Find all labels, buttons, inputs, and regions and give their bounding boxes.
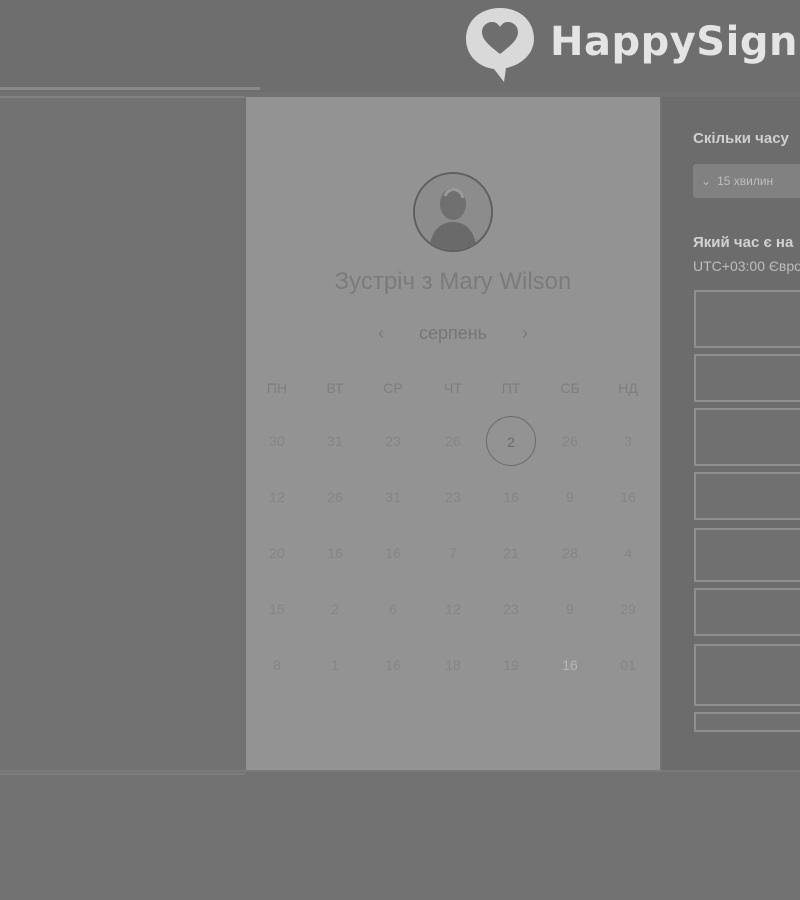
- month-navigation: ‹ серпень ›: [378, 318, 528, 348]
- calendar-day[interactable]: 6: [368, 584, 418, 634]
- available-time-label: Який час є на: [693, 234, 794, 251]
- left-panel-bottom-border: [0, 773, 245, 775]
- weekday-label: СБ: [560, 380, 580, 396]
- duration-select[interactable]: ⌄ 15 хвилин: [693, 164, 800, 198]
- weekday-label: ЧТ: [444, 380, 462, 396]
- footer-divider: [0, 770, 800, 772]
- calendar-day[interactable]: 21: [486, 528, 536, 578]
- calendar-day[interactable]: 31: [310, 416, 360, 466]
- calendar-day[interactable]: 23: [368, 416, 418, 466]
- calendar-day[interactable]: 1: [310, 640, 360, 690]
- next-month-button[interactable]: ›: [522, 323, 528, 344]
- calendar-day[interactable]: 30: [252, 416, 302, 466]
- time-slot[interactable]: [694, 588, 800, 636]
- calendar-day[interactable]: 16: [368, 640, 418, 690]
- duration-value: 15 хвилин: [717, 174, 774, 188]
- weekday-label: СР: [383, 380, 403, 396]
- calendar-day[interactable]: 12: [428, 584, 478, 634]
- time-slot[interactable]: [694, 408, 800, 466]
- meeting-title: Зустріч з Mary Wilson: [334, 268, 572, 295]
- calendar-day[interactable]: 7: [428, 528, 478, 578]
- left-panel: [0, 96, 245, 772]
- weekday-label: ПН: [266, 380, 288, 396]
- calendar-day-selected[interactable]: 2: [486, 416, 536, 466]
- time-slot[interactable]: [694, 354, 800, 402]
- month-label: серпень: [418, 322, 488, 343]
- calendar-day[interactable]: 29: [603, 584, 653, 634]
- chevron-down-icon: ⌄: [701, 174, 712, 188]
- calendar-day[interactable]: 01: [603, 640, 653, 690]
- calendar-day[interactable]: 26: [545, 416, 595, 466]
- time-slot[interactable]: [694, 644, 800, 706]
- time-slot[interactable]: [694, 472, 800, 520]
- calendar-day[interactable]: 9: [545, 472, 595, 522]
- time-slot[interactable]: [694, 290, 800, 348]
- avatar: [413, 172, 493, 252]
- weekday-label: ПТ: [501, 380, 521, 396]
- time-slot[interactable]: [694, 528, 800, 582]
- calendar-day[interactable]: 3: [603, 416, 653, 466]
- calendar-day[interactable]: 16: [368, 528, 418, 578]
- calendar-day[interactable]: 26: [310, 472, 360, 522]
- timezone-label: UTC+03:00 Європа: [693, 258, 800, 274]
- calendar-day[interactable]: 31: [368, 472, 418, 522]
- calendar-day[interactable]: 23: [428, 472, 478, 522]
- weekday-label: ВТ: [326, 380, 344, 396]
- calendar-day[interactable]: 12: [252, 472, 302, 522]
- calendar-day[interactable]: 19: [486, 640, 536, 690]
- heart-speech-bubble-icon: [466, 8, 534, 82]
- calendar-day[interactable]: 16: [486, 472, 536, 522]
- calendar-day[interactable]: 15: [252, 584, 302, 634]
- calendar-day[interactable]: 16: [310, 528, 360, 578]
- calendar-day[interactable]: 23: [486, 584, 536, 634]
- prev-month-button[interactable]: ‹: [378, 323, 384, 344]
- person-photo-icon: [415, 174, 491, 250]
- weekday-label: НД: [618, 380, 638, 396]
- calendar-day[interactable]: 8: [252, 640, 302, 690]
- calendar-day[interactable]: 16: [545, 640, 595, 690]
- calendar-day[interactable]: 16: [603, 472, 653, 522]
- top-bar-divider: [0, 87, 260, 90]
- calendar-day[interactable]: 9: [545, 584, 595, 634]
- brand-name: HappySign: [550, 19, 798, 65]
- time-slot[interactable]: [694, 712, 800, 732]
- brand-logo[interactable]: HappySign: [460, 2, 798, 82]
- calendar-day[interactable]: 20: [252, 528, 302, 578]
- calendar-day[interactable]: 18: [428, 640, 478, 690]
- calendar-day[interactable]: 28: [545, 528, 595, 578]
- duration-label: Скільки часу: [693, 130, 789, 147]
- calendar-day[interactable]: 4: [603, 528, 653, 578]
- calendar-day[interactable]: 2: [310, 584, 360, 634]
- calendar-day[interactable]: 26: [428, 416, 478, 466]
